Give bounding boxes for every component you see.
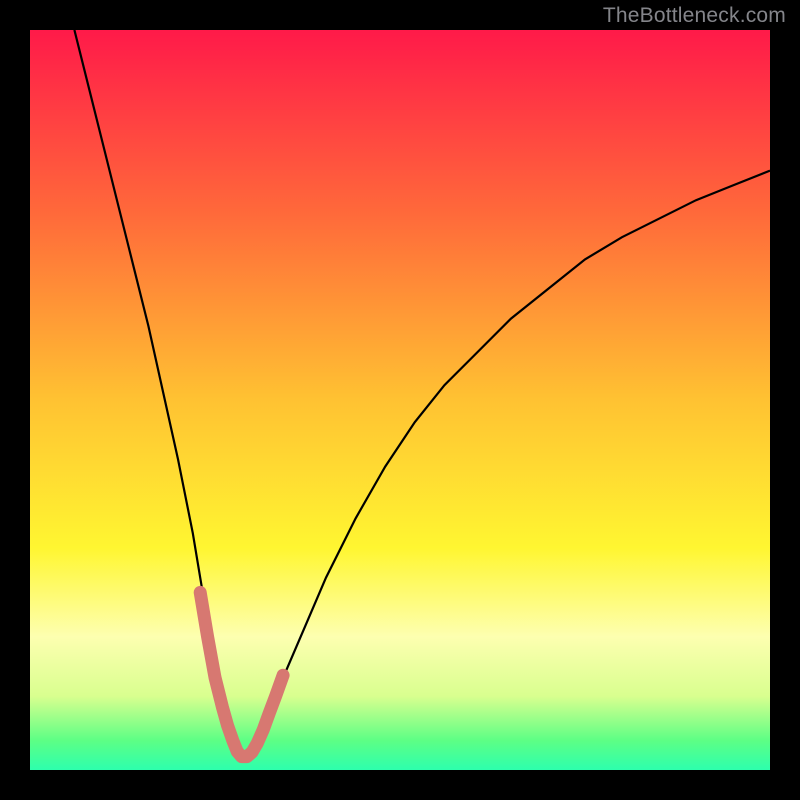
chart-svg [0, 0, 800, 800]
gradient-background [30, 30, 770, 770]
attribution-text: TheBottleneck.com [603, 4, 786, 28]
chart-container: TheBottleneck.com [0, 0, 800, 800]
